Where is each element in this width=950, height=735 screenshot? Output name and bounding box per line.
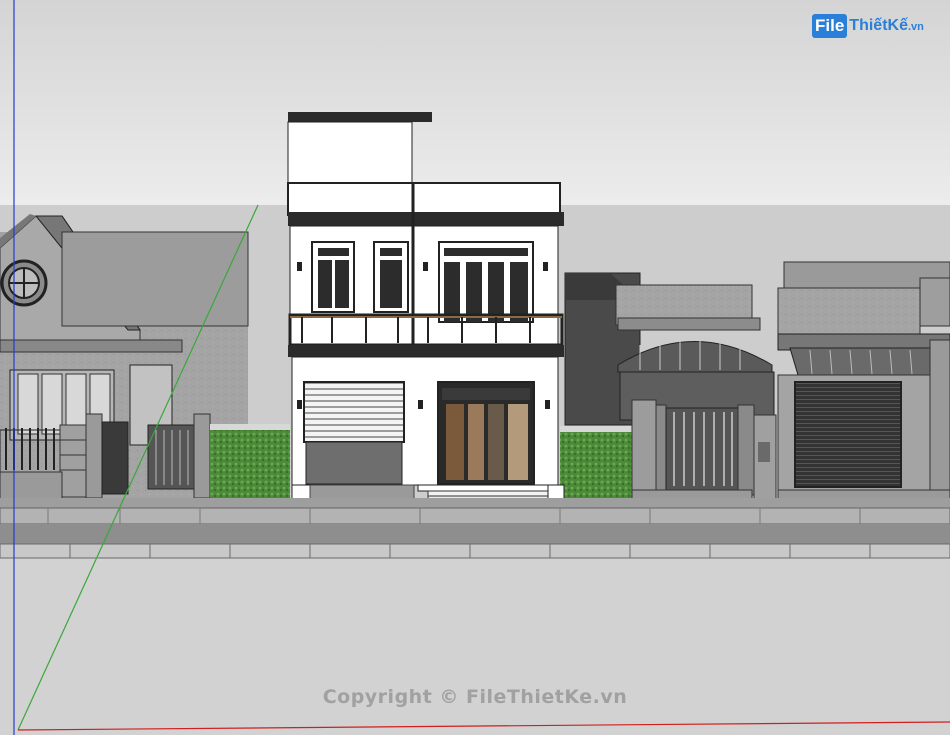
hedge-left [210,428,290,498]
right-house-2 [777,261,950,503]
brand-name: ThiếtKế [849,17,908,34]
hedge-right [560,430,632,498]
sky [0,0,950,205]
round-window-icon [0,259,48,307]
right-house-1 [615,284,777,503]
brand-box: File [812,14,848,38]
brand-logo: File ThiếtKế.vn [812,12,924,40]
street [0,498,950,559]
model-canvas [0,0,950,735]
copyright-watermark: Copyright © FileThietKe.vn [322,686,628,708]
sketchup-viewport[interactable]: File ThiếtKế.vn Copyright © FileThietKe.… [0,0,950,735]
brand-suffix: .vn [907,21,924,33]
